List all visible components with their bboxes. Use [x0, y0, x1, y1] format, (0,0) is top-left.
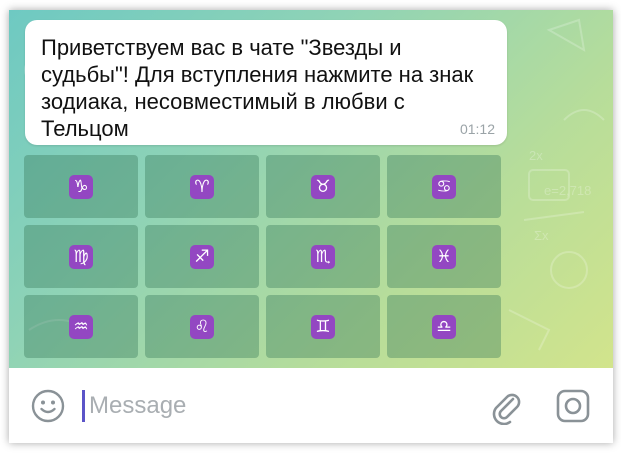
zodiac-button-virgo[interactable]: ♍: [24, 225, 138, 288]
message-input-bar: [9, 368, 613, 443]
libra-icon: ♎: [432, 314, 456, 339]
gemini-icon: ♊: [311, 314, 335, 339]
aquarius-icon: ♒: [69, 314, 93, 339]
zodiac-button-taurus[interactable]: ♉: [266, 155, 380, 218]
leo-icon: ♌: [190, 314, 214, 339]
zodiac-button-leo[interactable]: ♌: [145, 295, 259, 358]
zodiac-button-libra[interactable]: ♎: [387, 295, 501, 358]
sagittarius-icon: ♐: [190, 244, 214, 269]
smile-icon: [31, 389, 65, 423]
paperclip-icon: [492, 393, 521, 426]
zodiac-button-cancer[interactable]: ♋: [387, 155, 501, 218]
zodiac-button-capricorn[interactable]: ♑: [24, 155, 138, 218]
virgo-icon: ♍: [69, 244, 93, 269]
scorpio-icon: ♏: [311, 244, 335, 269]
zodiac-button-pisces[interactable]: ♓: [387, 225, 501, 288]
pisces-icon: ♓: [432, 244, 456, 269]
zodiac-button-scorpio[interactable]: ♏: [266, 225, 380, 288]
message-input[interactable]: [89, 386, 469, 426]
attach-button[interactable]: [487, 387, 525, 426]
chat-background: 2x e=2,718 Σx Приветствуем вас в чате "З…: [9, 10, 613, 368]
message-bubble: Приветствуем вас в чате "Звезды и судьбы…: [25, 20, 507, 145]
zodiac-button-gemini[interactable]: ♊: [266, 295, 380, 358]
message-time: 01:12: [459, 121, 495, 137]
taurus-icon: ♉: [311, 174, 335, 199]
zodiac-button-sagittarius[interactable]: ♐: [145, 225, 259, 288]
camera-icon: [556, 389, 590, 423]
chat-window: 2x e=2,718 Σx Приветствуем вас в чате "З…: [9, 10, 613, 443]
aries-icon: ♈: [190, 174, 214, 199]
cancer-icon: ♋: [432, 174, 456, 199]
emoji-button[interactable]: [31, 389, 65, 423]
message-text: Приветствуем вас в чате "Звезды и судьбы…: [41, 35, 474, 141]
text-cursor: [82, 390, 85, 422]
zodiac-keyboard: ♑ ♈ ♉ ♋ ♍ ♐ ♏ ♓ ♒ ♌ ♊ ♎: [24, 155, 604, 358]
zodiac-button-aquarius[interactable]: ♒: [24, 295, 138, 358]
zodiac-button-aries[interactable]: ♈: [145, 155, 259, 218]
camera-button[interactable]: [555, 388, 591, 424]
capricorn-icon: ♑: [69, 174, 93, 199]
